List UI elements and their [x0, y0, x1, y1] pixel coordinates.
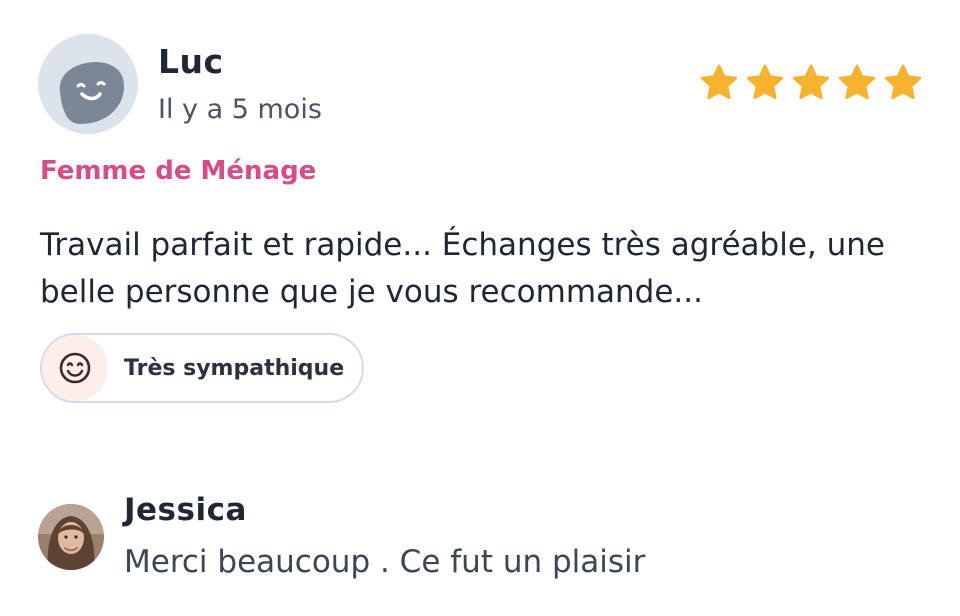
badge-label: Très sympathique — [124, 355, 345, 381]
star-icon — [792, 64, 830, 100]
review-text: Travail parfait et rapide... Échanges tr… — [40, 227, 885, 310]
review-date: Il y a 5 mois — [158, 94, 322, 125]
avatar[interactable] — [38, 504, 104, 570]
review-card: Luc Il y a 5 mois Femme de Ménage Travai… — [0, 0, 960, 440]
star-icon — [884, 64, 922, 100]
star-icon — [746, 64, 784, 100]
reply-author-name[interactable]: Jessica — [124, 492, 247, 528]
star-rating — [698, 62, 924, 104]
smiley-face-icon — [42, 335, 108, 401]
reviewer-name[interactable]: Luc — [158, 42, 224, 81]
service-category: Femme de Ménage — [40, 156, 317, 186]
star-icon — [838, 64, 876, 100]
avatar[interactable] — [38, 34, 138, 134]
owner-reply: Jessica Merci beaucoup . Ce fut un plais… — [0, 470, 960, 616]
reply-text: Merci beaucoup . Ce fut un plaisir — [124, 544, 646, 580]
quality-badge: Très sympathique — [40, 333, 364, 403]
profile-photo-icon — [38, 504, 104, 570]
smiling-blob-avatar-icon — [38, 34, 138, 134]
star-icon — [700, 64, 738, 100]
